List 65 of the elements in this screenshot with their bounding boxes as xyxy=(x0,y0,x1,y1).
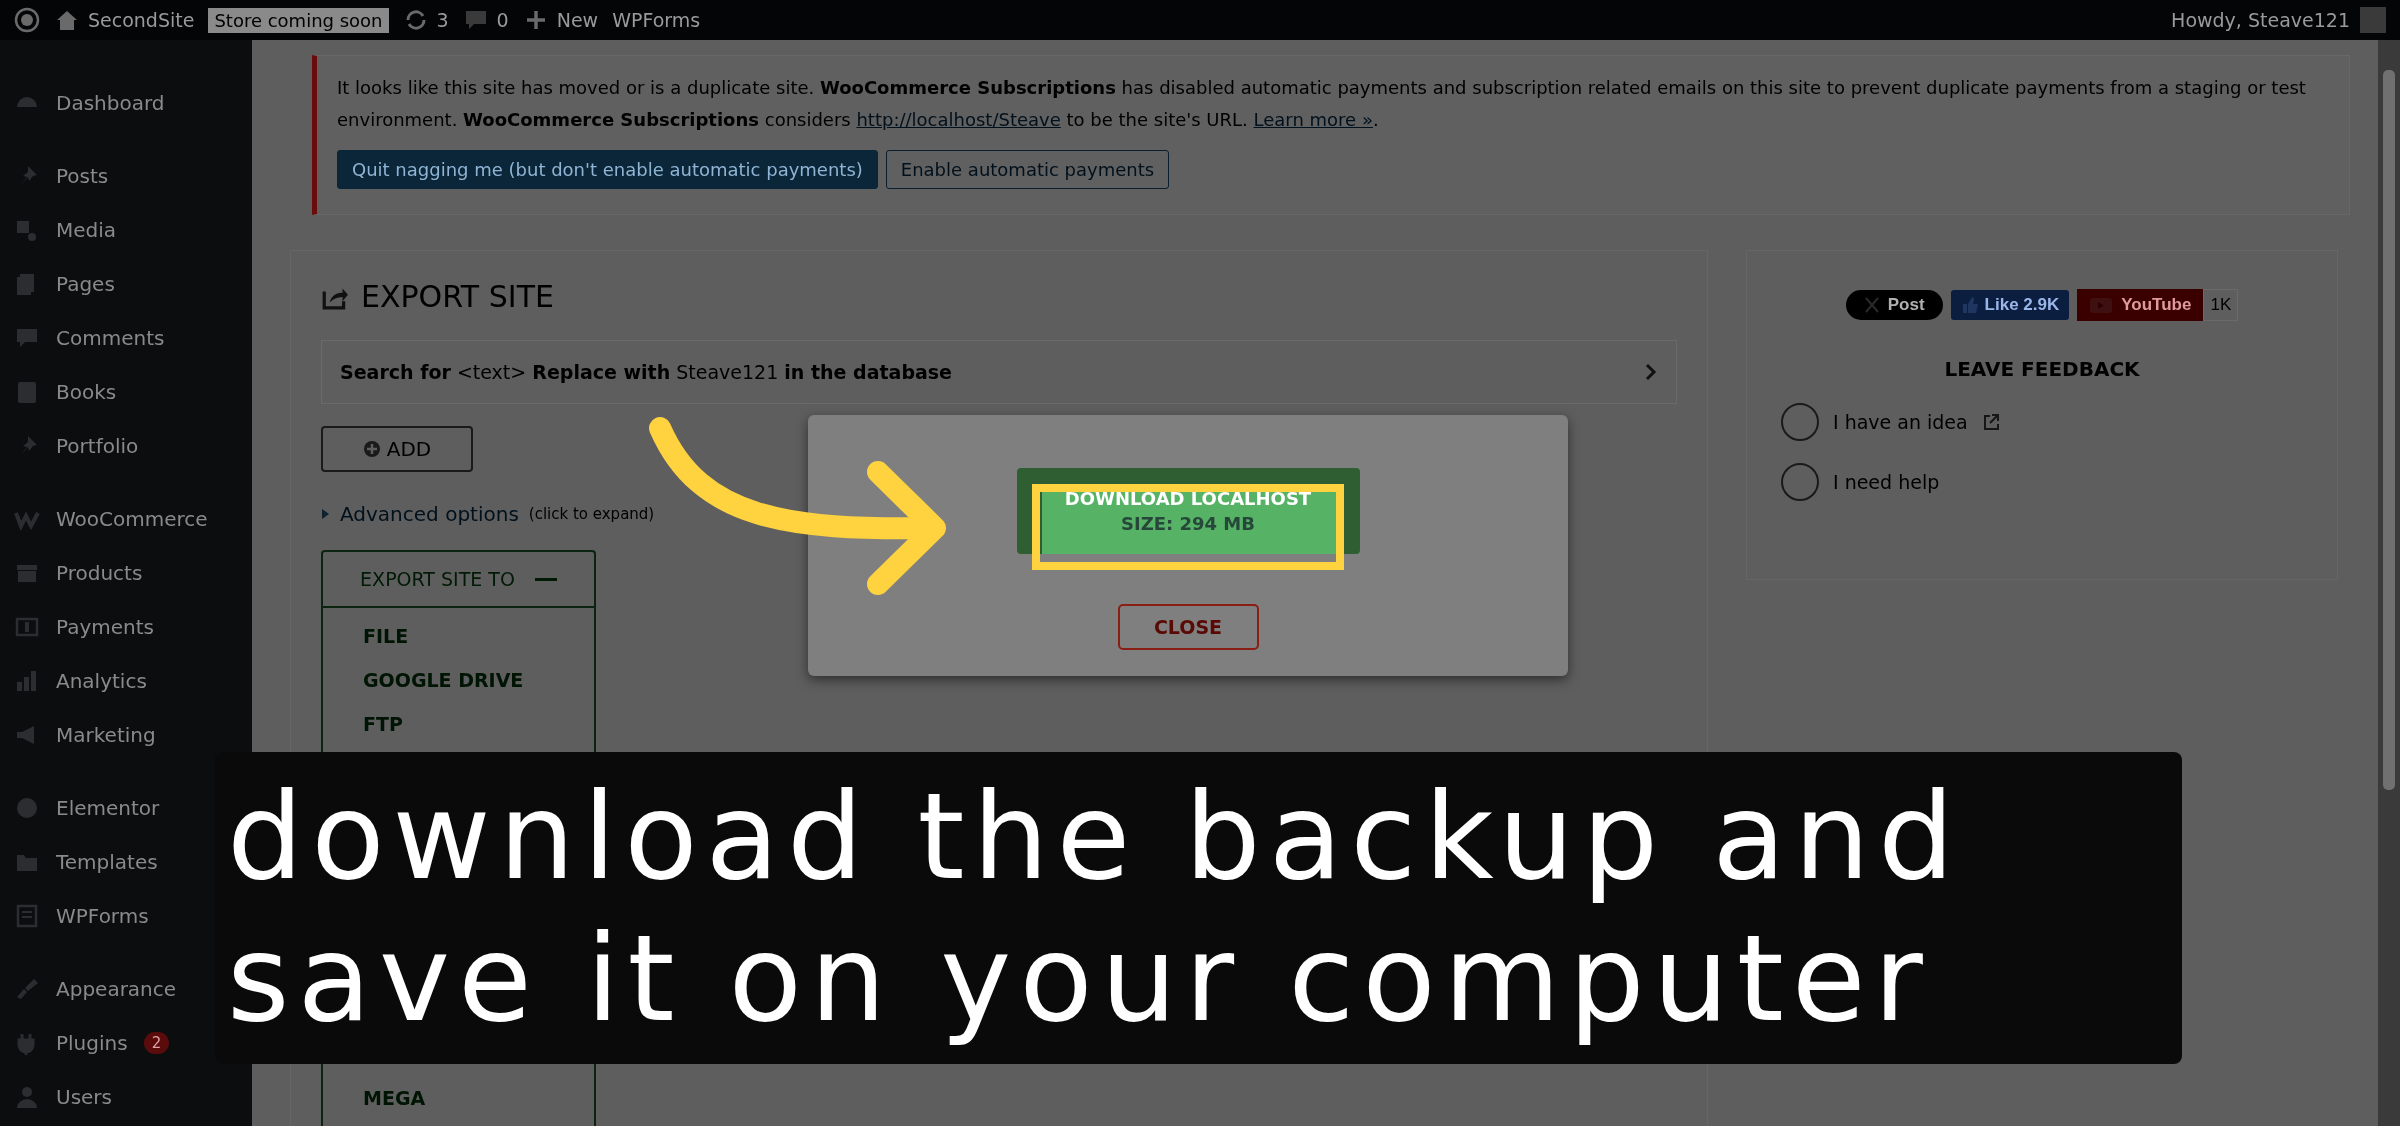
minus-icon[interactable] xyxy=(534,577,557,581)
greeting[interactable]: Howdy, Steave121 xyxy=(2171,9,2350,31)
search-replace-row[interactable]: Search for <text> Replace with Steave121 in the database xyxy=(321,340,1677,404)
sidebar-item[interactable]: Plugins xyxy=(56,1031,128,1055)
advanced-options-link[interactable]: Advanced options xyxy=(340,502,519,526)
panel-title: EXPORT SITE xyxy=(361,279,554,314)
sidebar-item[interactable]: Portfolio xyxy=(56,434,139,458)
search-replace-text: Search for <text> Replace with Steave121 in the database xyxy=(340,361,952,383)
sidebar-item[interactable]: Marketing xyxy=(56,723,156,747)
circle-icon xyxy=(14,795,40,821)
brush-icon xyxy=(14,976,40,1002)
sidebar-item[interactable]: Dashboard xyxy=(56,91,165,115)
youtube-button[interactable]: YouTube xyxy=(2077,289,2204,321)
external-link-icon xyxy=(1981,413,2000,431)
target-item[interactable]: FTP xyxy=(323,702,594,746)
sidebar-item[interactable]: Templates xyxy=(56,850,158,874)
count-badge: 2 xyxy=(143,1032,170,1054)
updates-count[interactable]: 3 xyxy=(436,9,449,31)
sidebar-item[interactable]: Users xyxy=(56,1085,112,1109)
target-item[interactable]: MEGA xyxy=(323,1076,594,1120)
sidebar-item[interactable]: Books xyxy=(56,380,117,404)
option-label[interactable]: I have an idea xyxy=(1833,411,1968,433)
triangle-icon xyxy=(321,508,330,520)
feedback-title: LEAVE FEEDBACK xyxy=(1943,357,2141,381)
caption-line: download the backup and xyxy=(227,766,1964,908)
url-link[interactable]: http://localhost/Steave xyxy=(856,109,1061,130)
wpforms-link[interactable]: WPForms xyxy=(612,9,701,31)
sidebar-item[interactable]: Payments xyxy=(56,615,154,639)
x-logo-icon xyxy=(1863,296,1880,314)
target-item[interactable]: FILE xyxy=(323,614,594,658)
enable-button[interactable]: Enable automatic payments xyxy=(885,150,1170,189)
store-badge: Store coming soon xyxy=(208,7,389,33)
subscriber-count: 1K xyxy=(2203,289,2239,321)
post-button[interactable]: Post xyxy=(1845,290,1943,320)
sidebar-item[interactable]: WPForms xyxy=(56,904,149,928)
sidebar-item[interactable]: Comments xyxy=(56,326,165,350)
sidebar-item[interactable]: Media xyxy=(56,218,117,242)
sidebar-item[interactable]: Elementor xyxy=(56,796,160,820)
plus-circle-icon xyxy=(362,440,381,458)
hint-text: (click to expand) xyxy=(528,505,655,523)
radio-button[interactable] xyxy=(1781,403,1819,441)
option-label[interactable]: I need help xyxy=(1833,471,1940,493)
comments-count[interactable]: 0 xyxy=(496,9,509,31)
form-icon xyxy=(14,903,40,929)
caption-line: save it on your computer xyxy=(227,908,1932,1050)
target-item[interactable]: GOOGLE DRIVE xyxy=(323,658,594,702)
radio-button[interactable] xyxy=(1781,463,1819,501)
new-link[interactable]: New xyxy=(556,9,599,31)
sidebar-item[interactable]: WooCommerce xyxy=(56,507,208,531)
like-button[interactable]: Like 2.9K xyxy=(1950,290,2070,320)
quit-button[interactable]: Quit nagging me (but don't enable automatic payments) xyxy=(337,150,878,189)
scrollbar[interactable] xyxy=(2378,40,2400,1126)
sidebar-item[interactable]: Posts xyxy=(56,164,109,188)
site-name[interactable]: SecondSite xyxy=(88,9,195,31)
notice-text: It looks like this site has moved or is a duplicate site. WooCommerce Subscriptions has disabled automatic payments and subscription related emails on this site to prevent duplicate payments from a staging or test environment. WooCommerce Subscriptions considers http://localhost/Steave to be the site's URL. Learn more ». xyxy=(337,76,2307,132)
add-button[interactable]: ADD xyxy=(321,426,473,472)
sidebar-item[interactable]: Appearance xyxy=(56,977,177,1001)
learn-more-link[interactable]: Learn more » xyxy=(1253,109,1373,130)
close-button[interactable]: CLOSE xyxy=(1117,604,1259,650)
person-icon xyxy=(14,1084,40,1110)
thumbs-up-icon xyxy=(1960,296,1979,314)
sidebar-item[interactable]: Products xyxy=(56,561,143,585)
sidebar-item[interactable]: Pages xyxy=(56,272,115,296)
wordpress-logo-icon xyxy=(14,7,40,33)
sidebar-item[interactable]: Analytics xyxy=(56,669,147,693)
